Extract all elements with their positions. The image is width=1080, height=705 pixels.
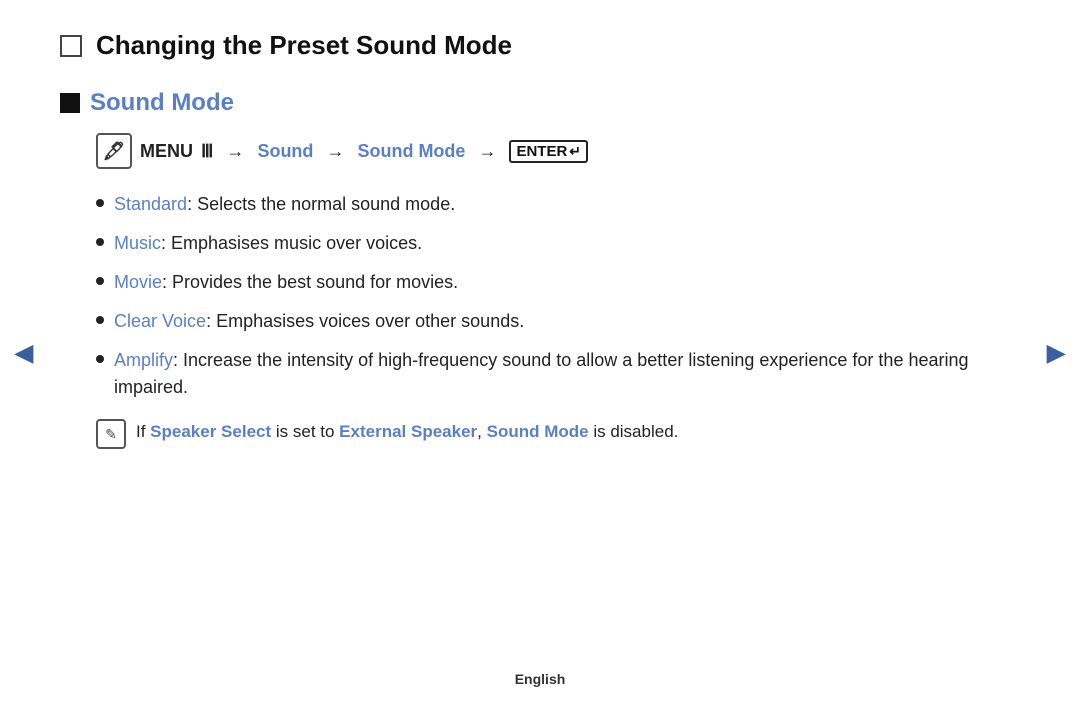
list-item: Clear Voice: Emphasises voices over othe…	[96, 308, 1000, 335]
note-external-speaker: External Speaker	[339, 422, 477, 441]
section-header: Sound Mode	[60, 89, 1000, 117]
list-item: Movie: Provides the best sound for movie…	[96, 269, 1000, 296]
note-prefix: If	[136, 422, 150, 441]
item-text: Clear Voice: Emphasises voices over othe…	[114, 308, 524, 335]
note-middle: is set to	[271, 422, 339, 441]
list-item: Amplify: Increase the intensity of high-…	[96, 347, 1000, 401]
nav-arrow-right[interactable]: ►	[1040, 334, 1072, 371]
note-suffix: is disabled.	[589, 422, 679, 441]
note-text: If Speaker Select is set to External Spe…	[136, 419, 678, 445]
list-item: Standard: Selects the normal sound mode.	[96, 191, 1000, 218]
desc-standard: : Selects the normal sound mode.	[187, 194, 455, 214]
term-standard: Standard	[114, 194, 187, 214]
item-text: Amplify: Increase the intensity of high-…	[114, 347, 1000, 401]
bullet-dot	[96, 199, 104, 207]
note-speaker-select: Speaker Select	[150, 422, 271, 441]
desc-music: : Emphasises music over voices.	[161, 233, 422, 253]
menu-sound-mode-link: Sound Mode	[357, 141, 465, 162]
section-title: Sound Mode	[90, 89, 234, 117]
desc-movie: : Provides the best sound for movies.	[162, 272, 458, 292]
term-clear-voice: Clear Voice	[114, 311, 206, 331]
term-music: Music	[114, 233, 161, 253]
desc-amplify: : Increase the intensity of high-frequen…	[114, 350, 969, 397]
enter-icon: ENTER ↵	[509, 140, 588, 163]
arrow-3: →	[473, 141, 501, 162]
page-container: Changing the Preset Sound Mode Sound Mod…	[0, 0, 1080, 479]
menu-label: MENU	[140, 141, 193, 162]
menu-icon: 🖋	[96, 133, 132, 169]
note-line: ✎ If Speaker Select is set to External S…	[96, 419, 1000, 449]
arrow-2: →	[321, 141, 349, 162]
bullet-dot	[96, 277, 104, 285]
main-title-text: Changing the Preset Sound Mode	[96, 30, 512, 61]
enter-return-symbol: ↵	[569, 143, 581, 160]
enter-label: ENTER	[516, 143, 567, 160]
note-comma: ,	[477, 422, 482, 441]
note-sound-mode: Sound Mode	[487, 422, 589, 441]
nav-arrow-left[interactable]: ◄	[8, 334, 40, 371]
item-text: Music: Emphasises music over voices.	[114, 230, 422, 257]
checkbox-icon	[60, 35, 82, 57]
term-amplify: Amplify	[114, 350, 173, 370]
menu-icon-symbol: 🖋	[103, 141, 126, 162]
term-movie: Movie	[114, 272, 162, 292]
item-text: Standard: Selects the normal sound mode.	[114, 191, 455, 218]
main-title-container: Changing the Preset Sound Mode	[60, 30, 1000, 61]
menu-sound-link: Sound	[257, 141, 313, 162]
footer-text: English	[515, 671, 566, 687]
bullet-dot	[96, 238, 104, 246]
bullet-dot	[96, 316, 104, 324]
desc-clear-voice: : Emphasises voices over other sounds.	[206, 311, 524, 331]
section-square-icon	[60, 93, 80, 113]
bullet-dot	[96, 355, 104, 363]
bullet-list: Standard: Selects the normal sound mode.…	[96, 191, 1000, 401]
arrow-1: →	[221, 141, 249, 162]
item-text: Movie: Provides the best sound for movie…	[114, 269, 458, 296]
note-icon: ✎	[96, 419, 126, 449]
list-item: Music: Emphasises music over voices.	[96, 230, 1000, 257]
menu-navigation-line: 🖋 MENUⅢ → Sound → Sound Mode → ENTER ↵	[96, 133, 1000, 169]
